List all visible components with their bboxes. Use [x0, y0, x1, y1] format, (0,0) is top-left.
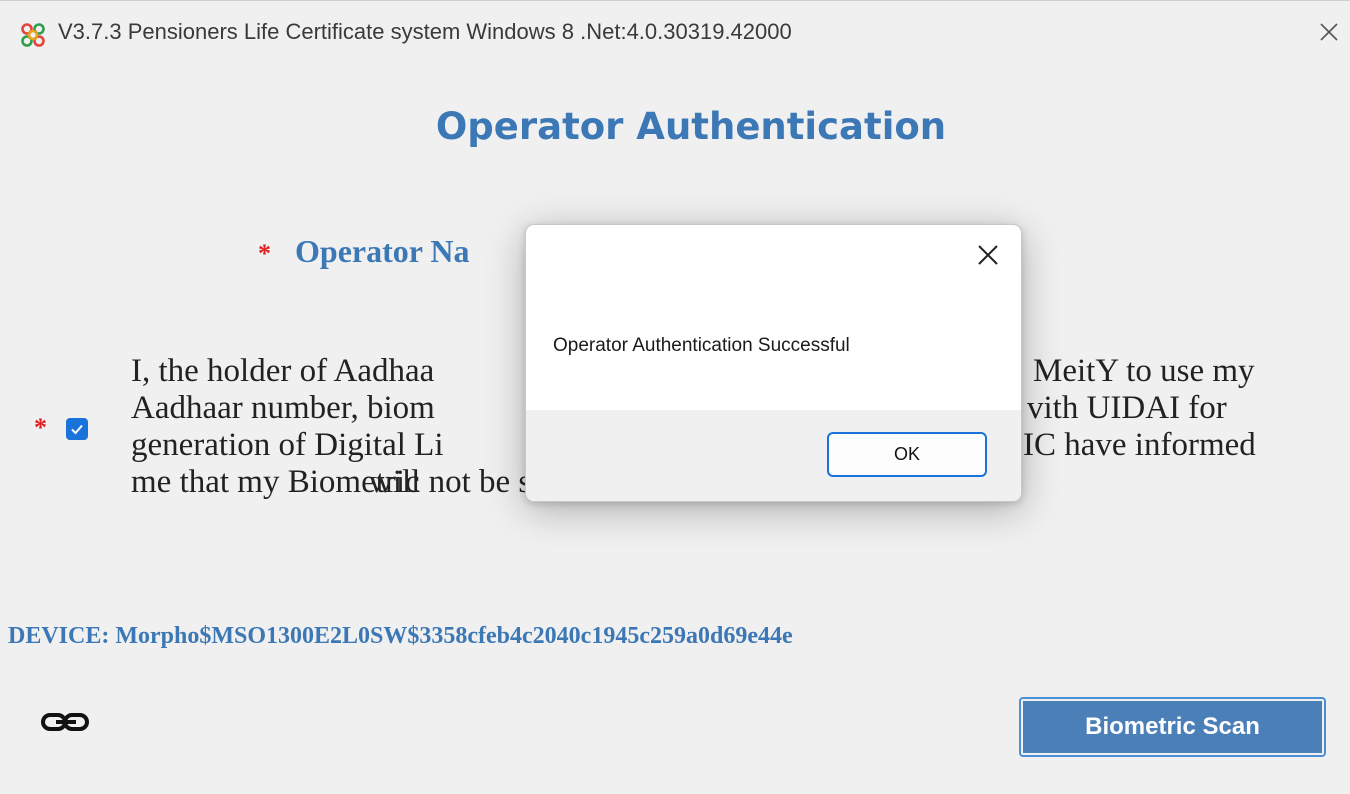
required-marker: * — [34, 413, 47, 442]
message-dialog: Operator Authentication Successful OK — [525, 224, 1022, 502]
consent-line: IC have informed — [1023, 427, 1256, 463]
dialog-close-icon[interactable] — [970, 237, 1006, 273]
consent-line: generation of Digital Li — [131, 427, 444, 463]
consent-line: vith UIDAI for — [1027, 390, 1227, 426]
dialog-footer: OK — [526, 410, 1021, 501]
operator-name-label: Operator Na — [295, 233, 470, 269]
page-title: Operator Authentication — [435, 105, 947, 148]
consent-line: I, the holder of Aadhaa — [131, 353, 435, 389]
window-title: V3.7.3 Pensioners Life Certificate syste… — [58, 19, 792, 44]
dialog-message: Operator Authentication Successful — [553, 335, 850, 356]
consent-line: MeitY to use my — [1033, 353, 1255, 389]
checkmark-icon — [71, 424, 83, 435]
device-info: DEVICE: Morpho$MSO1300E2L0SW$3358cfeb4c2… — [8, 623, 793, 649]
consent-checkbox[interactable] — [66, 418, 88, 440]
ok-button[interactable]: OK — [827, 432, 987, 477]
consent-line: Aadhaar number, biom — [131, 390, 435, 426]
link-icon[interactable] — [40, 709, 96, 737]
required-marker: * — [258, 239, 271, 268]
biometric-scan-button[interactable]: Biometric Scan — [1019, 697, 1326, 757]
close-icon[interactable] — [1314, 17, 1344, 47]
title-bar: V3.7.3 Pensioners Life Certificate syste… — [0, 1, 1350, 65]
biometric-scan-label: Biometric Scan — [1023, 701, 1322, 753]
app-window: V3.7.3 Pensioners Life Certificate syste… — [0, 0, 1350, 794]
app-logo-icon — [21, 23, 45, 47]
